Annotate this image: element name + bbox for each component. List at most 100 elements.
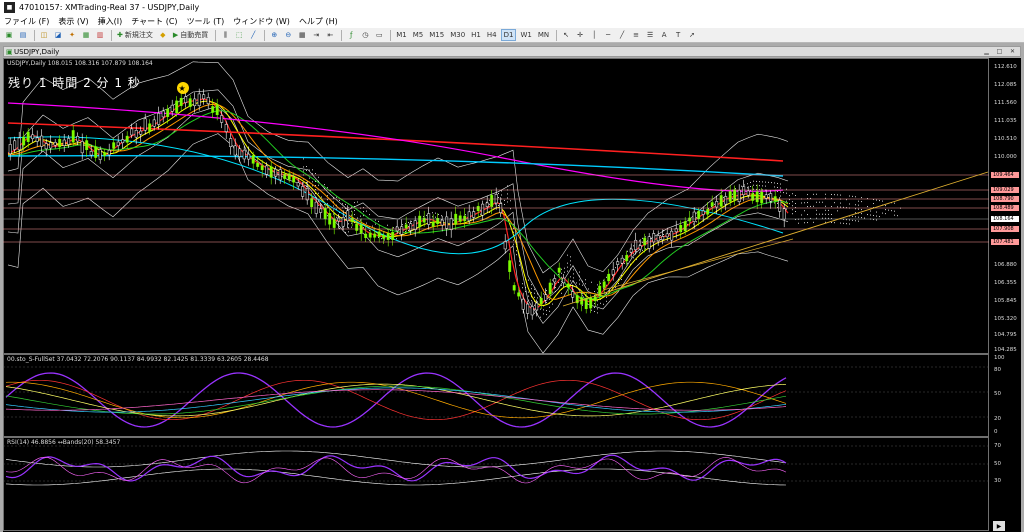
- scroll-right-icon[interactable]: ▶: [993, 521, 1005, 531]
- vertical-line-icon[interactable]: │: [588, 29, 600, 41]
- channel-icon[interactable]: ≡: [630, 29, 642, 41]
- timeframe-h4[interactable]: H4: [485, 29, 499, 41]
- candle-body: [287, 173, 291, 180]
- cloud-dot: [312, 185, 313, 187]
- metaeditor-icon[interactable]: ◆: [157, 29, 169, 41]
- timeframe-m30[interactable]: M30: [448, 29, 467, 41]
- candle-body: [40, 135, 44, 147]
- chart-shift-icon[interactable]: ⇤: [324, 29, 336, 41]
- zoom-out-icon[interactable]: ⊖: [282, 29, 294, 41]
- timeframe-d1[interactable]: D1: [500, 29, 517, 41]
- cursor-icon[interactable]: ↖: [560, 29, 572, 41]
- stoch-line: [5, 383, 787, 417]
- cloud-dot: [858, 220, 859, 222]
- trendline-icon[interactable]: ╱: [616, 29, 628, 41]
- candle-body: [350, 217, 354, 222]
- cloud-dot: [780, 191, 781, 193]
- cloud-dot: [504, 199, 505, 201]
- candle-body: [265, 165, 269, 175]
- candle-body: [665, 233, 669, 238]
- label-tool-icon[interactable]: T: [672, 29, 684, 41]
- cloud-dot: [561, 268, 562, 270]
- toolbar: ▣ ▤ ◫ ◪ ✦ ▦ ▥ ✚ 新規注文 ◆ ▶ 自動売買 ⫼ ⬚ ╱ ⊕ ⊖ ▦ …: [0, 28, 1024, 43]
- cloud-dot: [318, 184, 319, 186]
- cloud-dot: [624, 258, 625, 260]
- line-chart-icon[interactable]: ╱: [247, 29, 259, 41]
- chart-canvas[interactable]: ★: [3, 58, 1021, 532]
- menu-help[interactable]: ヘルプ (H): [299, 16, 338, 27]
- market-watch-icon[interactable]: ◫: [38, 29, 50, 41]
- candle-body: [629, 248, 633, 253]
- cloud-dot: [402, 224, 403, 226]
- fibonacci-icon[interactable]: ☰: [644, 29, 656, 41]
- new-order-button[interactable]: ✚ 新規注文: [115, 29, 155, 41]
- arrows-tool-icon[interactable]: ➚: [686, 29, 698, 41]
- cloud-dot: [405, 231, 406, 233]
- candle-body: [548, 282, 552, 295]
- cloud-dot: [306, 166, 307, 168]
- rsi-line: [5, 468, 787, 486]
- candle-body: [323, 207, 327, 220]
- candle-body: [589, 297, 593, 309]
- cloud-dot: [774, 182, 775, 184]
- navigator-icon[interactable]: ✦: [66, 29, 78, 41]
- maximize-button[interactable]: □: [994, 48, 1005, 56]
- close-button[interactable]: ✕: [1007, 48, 1018, 56]
- cloud-dot: [888, 209, 889, 211]
- timeframe-m5[interactable]: M5: [411, 29, 426, 41]
- timeframe-w1[interactable]: W1: [518, 29, 533, 41]
- candle-body: [751, 193, 755, 201]
- candle-chart-icon[interactable]: ⬚: [233, 29, 245, 41]
- cloud-dot: [774, 186, 775, 188]
- timeframe-mn[interactable]: MN: [536, 29, 551, 41]
- cloud-dot: [840, 206, 841, 208]
- timeframe-m15[interactable]: M15: [427, 29, 446, 41]
- menu-file[interactable]: ファイル (F): [4, 16, 49, 27]
- candle-body: [175, 100, 179, 114]
- candle-body: [166, 108, 170, 117]
- cloud-dot: [588, 288, 589, 290]
- cloud-dot: [837, 194, 838, 196]
- text-tool[interactable]: A: [658, 29, 670, 41]
- candle-body: [760, 191, 764, 204]
- cloud-dot: [582, 304, 583, 306]
- cloud-dot: [792, 213, 793, 215]
- auto-trading-button[interactable]: ▶ 自動売買: [171, 29, 210, 41]
- menu-insert[interactable]: 挿入(I): [98, 16, 123, 27]
- bar-chart-icon[interactable]: ⫼: [219, 29, 231, 41]
- timeframe-m1[interactable]: M1: [394, 29, 409, 41]
- cloud-dot: [498, 196, 499, 198]
- price-badge: 108.489: [991, 205, 1019, 211]
- menu-window[interactable]: ウィンドウ (W): [233, 16, 290, 27]
- cloud-dot: [885, 213, 886, 215]
- new-chart-icon[interactable]: ▣: [3, 29, 15, 41]
- chart-window[interactable]: ★ USDJPY,Daily 108.015 108.316 107.879 1…: [3, 58, 1021, 532]
- stoch-tick: 50: [994, 391, 1001, 397]
- tester-icon[interactable]: ▥: [94, 29, 106, 41]
- menu-chart[interactable]: チャート (C): [131, 16, 177, 27]
- cloud-dot: [567, 254, 568, 256]
- horizontal-line-icon[interactable]: ─: [602, 29, 614, 41]
- menu-view[interactable]: 表示 (V): [58, 16, 88, 27]
- cloud-dot: [519, 264, 520, 266]
- profiles-icon[interactable]: ▤: [17, 29, 29, 41]
- tile-windows-icon[interactable]: ▦: [296, 29, 308, 41]
- periods-icon[interactable]: ◷: [359, 29, 371, 41]
- cloud-dot: [786, 188, 787, 190]
- terminal-icon[interactable]: ▦: [80, 29, 92, 41]
- autoscroll-icon[interactable]: ⇥: [310, 29, 322, 41]
- timeframe-h1[interactable]: H1: [469, 29, 483, 41]
- cloud-dot: [873, 203, 874, 205]
- zoom-in-icon[interactable]: ⊕: [268, 29, 280, 41]
- cloud-dot: [333, 213, 334, 215]
- cloud-dot: [480, 213, 481, 215]
- minimize-button[interactable]: ▁: [981, 48, 992, 56]
- data-window-icon[interactable]: ◪: [52, 29, 64, 41]
- menu-tools[interactable]: ツール (T): [187, 16, 225, 27]
- crosshair-icon[interactable]: ✛: [574, 29, 586, 41]
- templates-icon[interactable]: ▭: [373, 29, 385, 41]
- cloud-dot: [861, 197, 862, 199]
- indicators-icon[interactable]: ƒ: [345, 29, 357, 41]
- cloud-dot: [597, 308, 598, 310]
- menu-bar: ファイル (F) 表示 (V) 挿入(I) チャート (C) ツール (T) ウ…: [0, 15, 1024, 28]
